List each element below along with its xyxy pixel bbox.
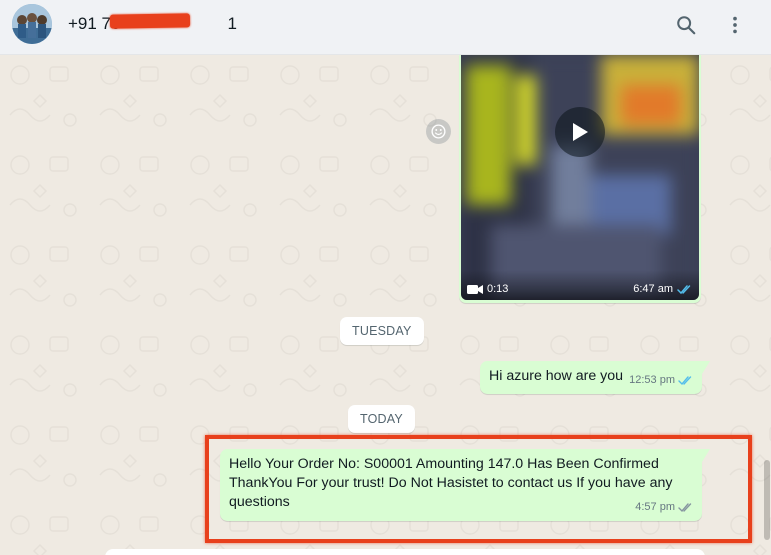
- outgoing-message[interactable]: Hi azure how are you 12:53 pm: [480, 361, 710, 394]
- message-text: Hi azure how are you: [489, 368, 624, 384]
- search-icon: [677, 16, 696, 35]
- double-check-icon: [677, 284, 691, 294]
- play-icon: [573, 123, 588, 141]
- message-time: 4:57 pm: [635, 501, 675, 513]
- emoji-icon: [431, 124, 446, 139]
- double-check-icon: [678, 376, 692, 386]
- date-divider-tuesday: TUESDAY: [340, 317, 424, 345]
- video-duration: 0:13: [467, 283, 508, 295]
- message-text: Hello Your Order No: S00001 Amounting 14…: [229, 456, 673, 510]
- message-meta: 4:57 pm: [635, 498, 694, 517]
- menu-button[interactable]: [722, 12, 748, 38]
- chat-scrollbar[interactable]: [764, 460, 770, 540]
- video-time-text: 6:47 am: [633, 283, 673, 295]
- video-timestamp: 6:47 am: [633, 283, 693, 295]
- video-duration-text: 0:13: [487, 283, 509, 295]
- contact-number-suffix: 1: [227, 14, 237, 33]
- contact-avatar[interactable]: [12, 4, 52, 44]
- kebab-menu-icon: [733, 16, 737, 34]
- message-meta: 12:53 pm: [629, 371, 694, 390]
- play-button[interactable]: [555, 107, 605, 157]
- outgoing-message[interactable]: Hello Your Order No: S00001 Amounting 14…: [220, 449, 710, 521]
- video-message[interactable]: 0:13 6:47 am: [459, 55, 701, 303]
- redaction-mark: [109, 13, 191, 29]
- chat-header: +91 70 1: [0, 0, 771, 55]
- react-button[interactable]: [426, 119, 451, 144]
- message-time: 12:53 pm: [629, 374, 675, 386]
- video-camera-icon: [467, 284, 483, 294]
- video-footer: 0:13 6:47 am: [461, 270, 699, 300]
- composer-edge: [105, 549, 705, 555]
- search-button[interactable]: [673, 12, 699, 38]
- date-divider-today: TODAY: [348, 405, 415, 433]
- chat-pane[interactable]: 0:13 6:47 am TUESDAY Hi azure how are yo…: [0, 55, 771, 555]
- video-thumbnail[interactable]: 0:13 6:47 am: [461, 55, 699, 300]
- double-check-icon: [678, 503, 692, 513]
